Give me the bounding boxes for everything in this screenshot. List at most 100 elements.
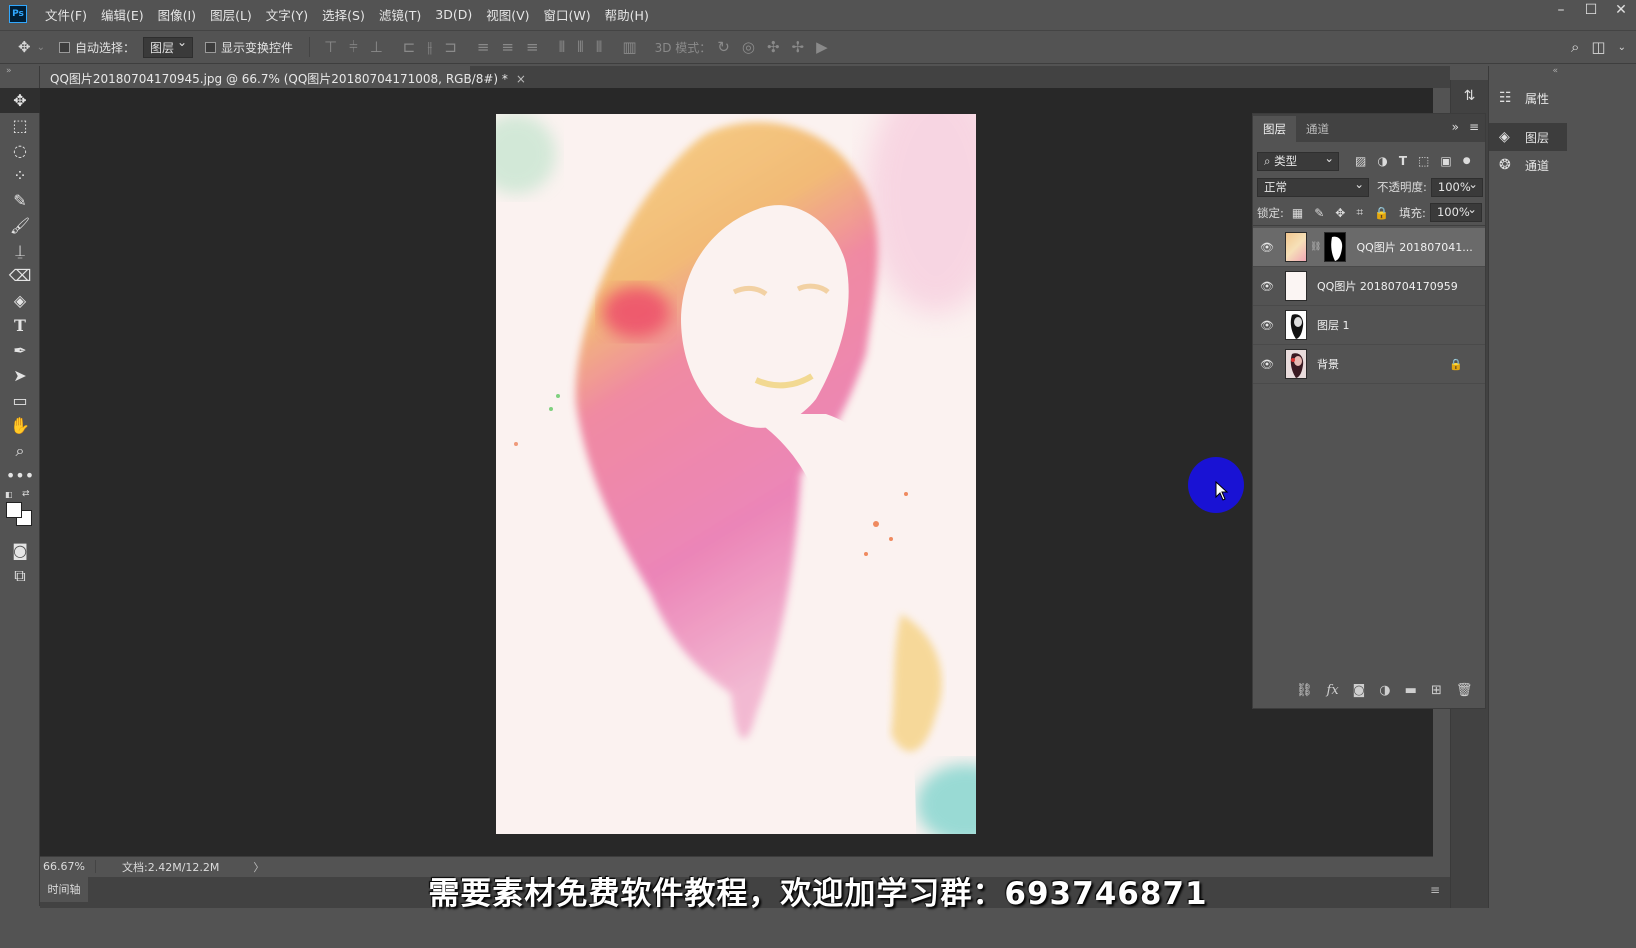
filter-toggle-icon[interactable]: ● xyxy=(1463,156,1471,166)
menu-window[interactable]: 窗口(W) xyxy=(544,5,591,24)
default-colors-icon[interactable]: ◧ xyxy=(5,490,13,499)
move-tool-icon[interactable]: ✥ xyxy=(18,38,31,56)
eyedropper-tool-icon[interactable]: ✎ xyxy=(0,188,40,213)
menu-file[interactable]: 文件(F) xyxy=(45,5,87,24)
filter-smart-object-icon[interactable]: ▣ xyxy=(1440,154,1451,168)
layer-filter-dropdown[interactable]: ⌕ 类型 xyxy=(1257,150,1339,171)
rectangle-tool-icon[interactable]: ▭ xyxy=(0,388,40,413)
align-left-icon[interactable]: ⊏ xyxy=(403,38,416,56)
new-group-icon[interactable]: ▬ xyxy=(1405,683,1417,698)
visibility-eye-icon[interactable]: 👁 xyxy=(1253,280,1281,293)
dock-layers[interactable]: ◈ 图层 xyxy=(1489,123,1567,151)
distribute-hcenter-icon[interactable]: ⦀ xyxy=(577,38,584,56)
document-image[interactable] xyxy=(496,114,976,834)
foreground-color-swatch[interactable] xyxy=(6,502,22,518)
minimize-button[interactable]: – xyxy=(1546,0,1576,22)
delete-layer-icon[interactable]: 🗑 xyxy=(1456,683,1473,698)
tool-preset-chevron-icon[interactable]: ⌄ xyxy=(37,42,45,53)
distribute-bottom-icon[interactable]: ≡ xyxy=(526,38,539,56)
layer-name[interactable]: 背景 xyxy=(1317,356,1339,372)
3d-scale-icon[interactable]: ▶ xyxy=(816,38,828,56)
quick-mask-icon[interactable]: ◙ xyxy=(0,538,40,563)
layer-name[interactable]: 图层 1 xyxy=(1317,317,1350,333)
menu-edit[interactable]: 编辑(E) xyxy=(101,5,144,24)
panel-menu-icon[interactable]: ≡ xyxy=(1469,120,1479,134)
align-hcenter-icon[interactable]: ⫲ xyxy=(427,38,432,56)
lock-position-icon[interactable]: ✥ xyxy=(1335,206,1345,220)
auto-select-dropdown[interactable]: 图层 xyxy=(142,35,193,58)
blend-mode-dropdown[interactable]: 正常 xyxy=(1257,176,1369,197)
menu-filter[interactable]: 滤镜(T) xyxy=(379,5,421,24)
menu-3d[interactable]: 3D(D) xyxy=(435,7,472,22)
more-tools-icon[interactable]: ••• xyxy=(0,463,40,488)
workspace-icon[interactable]: ◫ xyxy=(1591,38,1605,56)
toolbar-collapse-icon[interactable]: » xyxy=(0,66,39,88)
history-icon[interactable]: ⇅ xyxy=(1451,88,1488,104)
add-mask-icon[interactable]: ◙ xyxy=(1353,683,1366,698)
pen-tool-icon[interactable]: ✒ xyxy=(0,338,40,363)
maximize-button[interactable]: ☐ xyxy=(1576,0,1606,22)
menu-view[interactable]: 视图(V) xyxy=(486,5,529,24)
zoom-tool-icon[interactable]: ⌕ xyxy=(0,438,40,463)
quick-select-tool-icon[interactable]: ⁘ xyxy=(0,163,40,188)
stamp-tool-icon[interactable]: ⍊ xyxy=(0,238,40,263)
layer-mask-thumbnail[interactable] xyxy=(1324,232,1347,262)
align-vcenter-icon[interactable]: ⫩ xyxy=(349,38,358,56)
color-swatches[interactable]: ◧ ⇄ xyxy=(0,488,39,538)
tab-layers[interactable]: 图层 xyxy=(1253,116,1296,142)
align-right-icon[interactable]: ⊐ xyxy=(444,38,457,56)
dock-properties[interactable]: ☷ 属性 xyxy=(1489,84,1567,112)
lock-transparent-icon[interactable]: ▦ xyxy=(1292,206,1303,220)
path-select-tool-icon[interactable]: ➤ xyxy=(0,363,40,388)
close-button[interactable]: ✕ xyxy=(1606,0,1636,22)
dock-collapse-icon[interactable]: « xyxy=(1489,66,1566,84)
menu-type[interactable]: 文字(Y) xyxy=(266,5,308,24)
hand-tool-icon[interactable]: ✋ xyxy=(0,413,40,438)
distribute-left-icon[interactable]: ⦀ xyxy=(559,38,566,56)
adjustment-layer-icon[interactable]: ◑ xyxy=(1379,683,1390,698)
marquee-tool-icon[interactable]: ⬚ xyxy=(0,113,40,138)
layer-name[interactable]: QQ图片 20180704170959 xyxy=(1317,278,1458,294)
lock-all-icon[interactable]: 🔒 xyxy=(1374,206,1389,220)
lasso-tool-icon[interactable]: ◌ xyxy=(0,138,40,163)
tab-channels[interactable]: 通道 xyxy=(1296,116,1339,142)
filter-adjustment-icon[interactable]: ◑ xyxy=(1377,154,1387,168)
swap-colors-icon[interactable]: ⇄ xyxy=(22,489,30,499)
filter-type-icon[interactable]: T xyxy=(1399,154,1407,168)
layer-row[interactable]: 👁 背景 🔒 xyxy=(1253,345,1485,384)
opacity-field[interactable]: 100% xyxy=(1430,176,1483,197)
move-tool-icon[interactable]: ✥ xyxy=(0,88,40,113)
3d-slide-icon[interactable]: ✢ xyxy=(792,38,805,56)
search-icon[interactable]: ⌕ xyxy=(1571,38,1579,56)
align-bottom-icon[interactable]: ⊥ xyxy=(370,38,383,56)
visibility-eye-icon[interactable]: 👁 xyxy=(1253,241,1281,254)
menu-select[interactable]: 选择(S) xyxy=(322,5,365,24)
layer-style-icon[interactable]: fx xyxy=(1327,683,1339,698)
show-transform-checkbox[interactable] xyxy=(205,40,221,54)
visibility-eye-icon[interactable]: 👁 xyxy=(1253,358,1281,371)
mask-link-icon[interactable]: ⛓ xyxy=(1310,242,1321,252)
close-tab-icon[interactable]: × xyxy=(516,72,526,86)
distribute-top-icon[interactable]: ≡ xyxy=(477,38,490,56)
type-tool-icon[interactable]: T xyxy=(0,313,40,338)
document-tab[interactable]: QQ图片20180704170945.jpg @ 66.7% (QQ图片2018… xyxy=(40,66,526,88)
new-layer-icon[interactable]: ⊞ xyxy=(1431,683,1442,698)
align-top-icon[interactable]: ⊤ xyxy=(324,38,337,56)
brush-tool-icon[interactable]: 🖌 xyxy=(0,213,40,238)
distribute-right-icon[interactable]: ⦀ xyxy=(596,38,603,56)
menu-help[interactable]: 帮助(H) xyxy=(605,5,649,24)
menu-layer[interactable]: 图层(L) xyxy=(210,5,252,24)
layer-row[interactable]: 👁 ⛓ QQ图片 201807041... xyxy=(1253,228,1485,267)
auto-select-checkbox[interactable] xyxy=(58,40,75,54)
fill-field[interactable]: 100% xyxy=(1429,201,1482,222)
3d-rotate-icon[interactable]: ↻ xyxy=(717,38,730,56)
3d-pan-icon[interactable]: ✣ xyxy=(767,38,780,56)
auto-align-icon[interactable]: ▥ xyxy=(622,38,636,56)
layer-name[interactable]: QQ图片 201807041... xyxy=(1356,239,1472,255)
dock-channels[interactable]: ❂ 通道 xyxy=(1489,151,1567,179)
screen-mode-icon[interactable]: ⧉ xyxy=(0,563,40,588)
panel-collapse-icon[interactable]: » xyxy=(1452,120,1459,134)
lock-pixels-icon[interactable]: ✎ xyxy=(1314,206,1324,220)
layer-row[interactable]: 👁 图层 1 xyxy=(1253,306,1485,345)
3d-roll-icon[interactable]: ◎ xyxy=(742,38,755,56)
